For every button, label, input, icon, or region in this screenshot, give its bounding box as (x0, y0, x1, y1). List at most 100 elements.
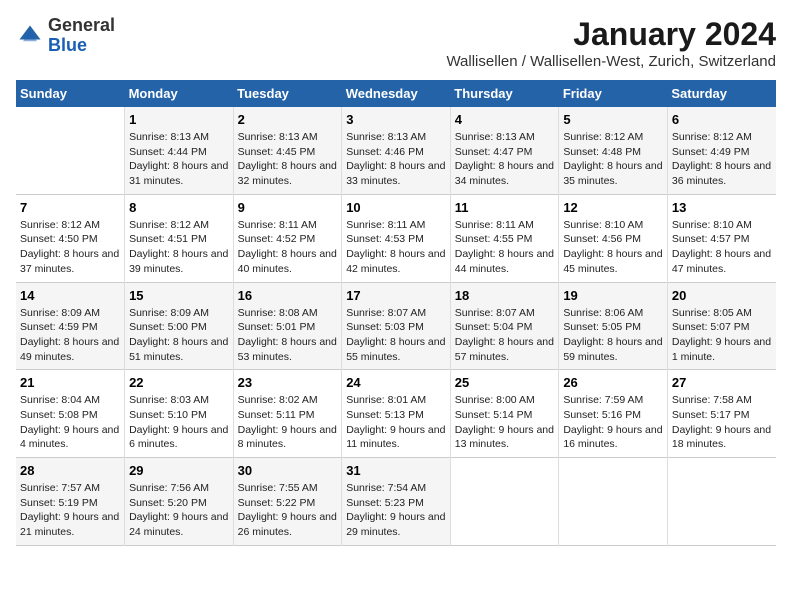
calendar-cell: 8 Sunrise: 8:12 AMSunset: 4:51 PMDaylight… (125, 194, 234, 282)
day-number: 27 (672, 375, 772, 390)
calendar-cell: 29 Sunrise: 7:56 AMSunset: 5:20 PMDayligh… (125, 458, 234, 546)
day-info: Sunrise: 8:04 AMSunset: 5:08 PMDaylight:… (20, 393, 120, 452)
day-info: Sunrise: 8:01 AMSunset: 5:13 PMDaylight:… (346, 393, 446, 452)
day-info: Sunrise: 8:07 AMSunset: 5:03 PMDaylight:… (346, 306, 446, 365)
title-section: January 2024 Wallisellen / Wallisellen-W… (446, 16, 776, 70)
weekday-header-monday: Monday (125, 80, 234, 107)
calendar-cell: 16Sunrise: 8:08 AMSunset: 5:01 PMDayligh… (233, 282, 342, 370)
day-number: 28 (20, 463, 120, 478)
day-info: Sunrise: 8:09 AMSunset: 4:59 PMDaylight:… (20, 306, 120, 365)
day-number: 29 (129, 463, 229, 478)
calendar-cell: 9 Sunrise: 8:11 AMSunset: 4:52 PMDaylight… (233, 194, 342, 282)
calendar-cell: 26 Sunrise: 7:59 AMSunset: 5:16 PMDayligh… (559, 370, 668, 458)
day-number: 9 (238, 200, 338, 215)
calendar-cell: 3 Sunrise: 8:13 AMSunset: 4:46 PMDaylight… (342, 107, 451, 194)
calendar-cell: 10Sunrise: 8:11 AMSunset: 4:53 PMDayligh… (342, 194, 451, 282)
day-info: Sunrise: 8:12 AMSunset: 4:48 PMDaylight:… (563, 130, 663, 189)
calendar-cell: 4 Sunrise: 8:13 AMSunset: 4:47 PMDaylight… (450, 107, 559, 194)
day-info: Sunrise: 8:11 AMSunset: 4:52 PMDaylight:… (238, 218, 338, 277)
day-number: 17 (346, 288, 446, 303)
logo: General Blue (16, 16, 115, 56)
day-info: Sunrise: 8:02 AMSunset: 5:11 PMDaylight:… (238, 393, 338, 452)
day-info: Sunrise: 8:00 AMSunset: 5:14 PMDaylight:… (455, 393, 555, 452)
day-number: 18 (455, 288, 555, 303)
calendar-cell: 12 Sunrise: 8:10 AMSunset: 4:56 PMDayligh… (559, 194, 668, 282)
weekday-header-thursday: Thursday (450, 80, 559, 107)
day-number: 2 (238, 112, 338, 127)
calendar-cell: 11 Sunrise: 8:11 AMSunset: 4:55 PMDayligh… (450, 194, 559, 282)
weekday-header-tuesday: Tuesday (233, 80, 342, 107)
day-number: 12 (563, 200, 663, 215)
day-number: 31 (346, 463, 446, 478)
calendar-cell: 19 Sunrise: 8:06 AMSunset: 5:05 PMDayligh… (559, 282, 668, 370)
day-info: Sunrise: 8:06 AMSunset: 5:05 PMDaylight:… (563, 306, 663, 365)
day-number: 8 (129, 200, 229, 215)
logo-icon (16, 22, 44, 50)
calendar-table: SundayMondayTuesdayWednesdayThursdayFrid… (16, 80, 776, 546)
calendar-cell: 28 Sunrise: 7:57 AMSunset: 5:19 PMDayligh… (16, 458, 125, 546)
day-number: 4 (455, 112, 555, 127)
page-wrapper: General Blue January 2024 Wallisellen / … (16, 16, 776, 546)
day-number: 20 (672, 288, 772, 303)
day-number: 24 (346, 375, 446, 390)
calendar-cell: 22 Sunrise: 8:03 AMSunset: 5:10 PMDayligh… (125, 370, 234, 458)
calendar-cell (450, 458, 559, 546)
day-info: Sunrise: 8:13 AMSunset: 4:44 PMDaylight:… (129, 130, 229, 189)
calendar-cell (16, 107, 125, 194)
calendar-cell: 21Sunrise: 8:04 AMSunset: 5:08 PMDayligh… (16, 370, 125, 458)
day-info: Sunrise: 7:59 AMSunset: 5:16 PMDaylight:… (563, 393, 663, 452)
calendar-cell: 1 Sunrise: 8:13 AMSunset: 4:44 PMDaylight… (125, 107, 234, 194)
calendar-cell: 15Sunrise: 8:09 AMSunset: 5:00 PMDayligh… (125, 282, 234, 370)
day-number: 22 (129, 375, 229, 390)
calendar-cell: 13 Sunrise: 8:10 AMSunset: 4:57 PMDayligh… (667, 194, 776, 282)
calendar-title: January 2024 (446, 16, 776, 53)
day-info: Sunrise: 8:12 AMSunset: 4:50 PMDaylight:… (20, 218, 120, 277)
weekday-header-wednesday: Wednesday (342, 80, 451, 107)
weekday-header-row: SundayMondayTuesdayWednesdayThursdayFrid… (16, 80, 776, 107)
day-info: Sunrise: 8:12 AMSunset: 4:51 PMDaylight:… (129, 218, 229, 277)
day-info: Sunrise: 8:10 AMSunset: 4:56 PMDaylight:… (563, 218, 663, 277)
calendar-cell: 27 Sunrise: 7:58 AMSunset: 5:17 PMDayligh… (667, 370, 776, 458)
day-number: 19 (563, 288, 663, 303)
day-number: 11 (455, 200, 555, 215)
calendar-cell: 18Sunrise: 8:07 AMSunset: 5:04 PMDayligh… (450, 282, 559, 370)
day-info: Sunrise: 7:58 AMSunset: 5:17 PMDaylight:… (672, 393, 772, 452)
day-info: Sunrise: 8:13 AMSunset: 4:45 PMDaylight:… (238, 130, 338, 189)
calendar-cell: 24 Sunrise: 8:01 AMSunset: 5:13 PMDayligh… (342, 370, 451, 458)
day-number: 1 (129, 112, 229, 127)
calendar-cell: 17 Sunrise: 8:07 AMSunset: 5:03 PMDayligh… (342, 282, 451, 370)
header-section: General Blue January 2024 Wallisellen / … (16, 16, 776, 70)
day-number: 26 (563, 375, 663, 390)
day-info: Sunrise: 8:10 AMSunset: 4:57 PMDaylight:… (672, 218, 772, 277)
day-info: Sunrise: 8:03 AMSunset: 5:10 PMDaylight:… (129, 393, 229, 452)
day-info: Sunrise: 8:09 AMSunset: 5:00 PMDaylight:… (129, 306, 229, 365)
calendar-subtitle: Wallisellen / Wallisellen-West, Zurich, … (446, 53, 776, 70)
day-info: Sunrise: 7:56 AMSunset: 5:20 PMDaylight:… (129, 481, 229, 540)
day-info: Sunrise: 7:54 AMSunset: 5:23 PMDaylight:… (346, 481, 446, 540)
weekday-header-sunday: Sunday (16, 80, 125, 107)
day-number: 10 (346, 200, 446, 215)
day-number: 5 (563, 112, 663, 127)
calendar-cell: 25Sunrise: 8:00 AMSunset: 5:14 PMDayligh… (450, 370, 559, 458)
calendar-week-row: 1 Sunrise: 8:13 AMSunset: 4:44 PMDaylight… (16, 107, 776, 194)
calendar-week-row: 21Sunrise: 8:04 AMSunset: 5:08 PMDayligh… (16, 370, 776, 458)
calendar-cell: 5 Sunrise: 8:12 AMSunset: 4:48 PMDaylight… (559, 107, 668, 194)
day-info: Sunrise: 7:57 AMSunset: 5:19 PMDaylight:… (20, 481, 120, 540)
calendar-cell: 31 Sunrise: 7:54 AMSunset: 5:23 PMDayligh… (342, 458, 451, 546)
day-number: 13 (672, 200, 772, 215)
day-number: 3 (346, 112, 446, 127)
calendar-week-row: 7Sunrise: 8:12 AMSunset: 4:50 PMDaylight… (16, 194, 776, 282)
day-info: Sunrise: 8:11 AMSunset: 4:55 PMDaylight:… (455, 218, 555, 277)
day-info: Sunrise: 8:13 AMSunset: 4:47 PMDaylight:… (455, 130, 555, 189)
calendar-cell (667, 458, 776, 546)
calendar-cell: 30Sunrise: 7:55 AMSunset: 5:22 PMDayligh… (233, 458, 342, 546)
day-number: 23 (238, 375, 338, 390)
calendar-cell (559, 458, 668, 546)
day-number: 14 (20, 288, 120, 303)
calendar-cell: 2 Sunrise: 8:13 AMSunset: 4:45 PMDaylight… (233, 107, 342, 194)
weekday-header-saturday: Saturday (667, 80, 776, 107)
day-info: Sunrise: 8:13 AMSunset: 4:46 PMDaylight:… (346, 130, 446, 189)
calendar-cell: 6Sunrise: 8:12 AMSunset: 4:49 PMDaylight… (667, 107, 776, 194)
logo-general-text: General (48, 15, 115, 35)
logo-blue-text: Blue (48, 35, 87, 55)
